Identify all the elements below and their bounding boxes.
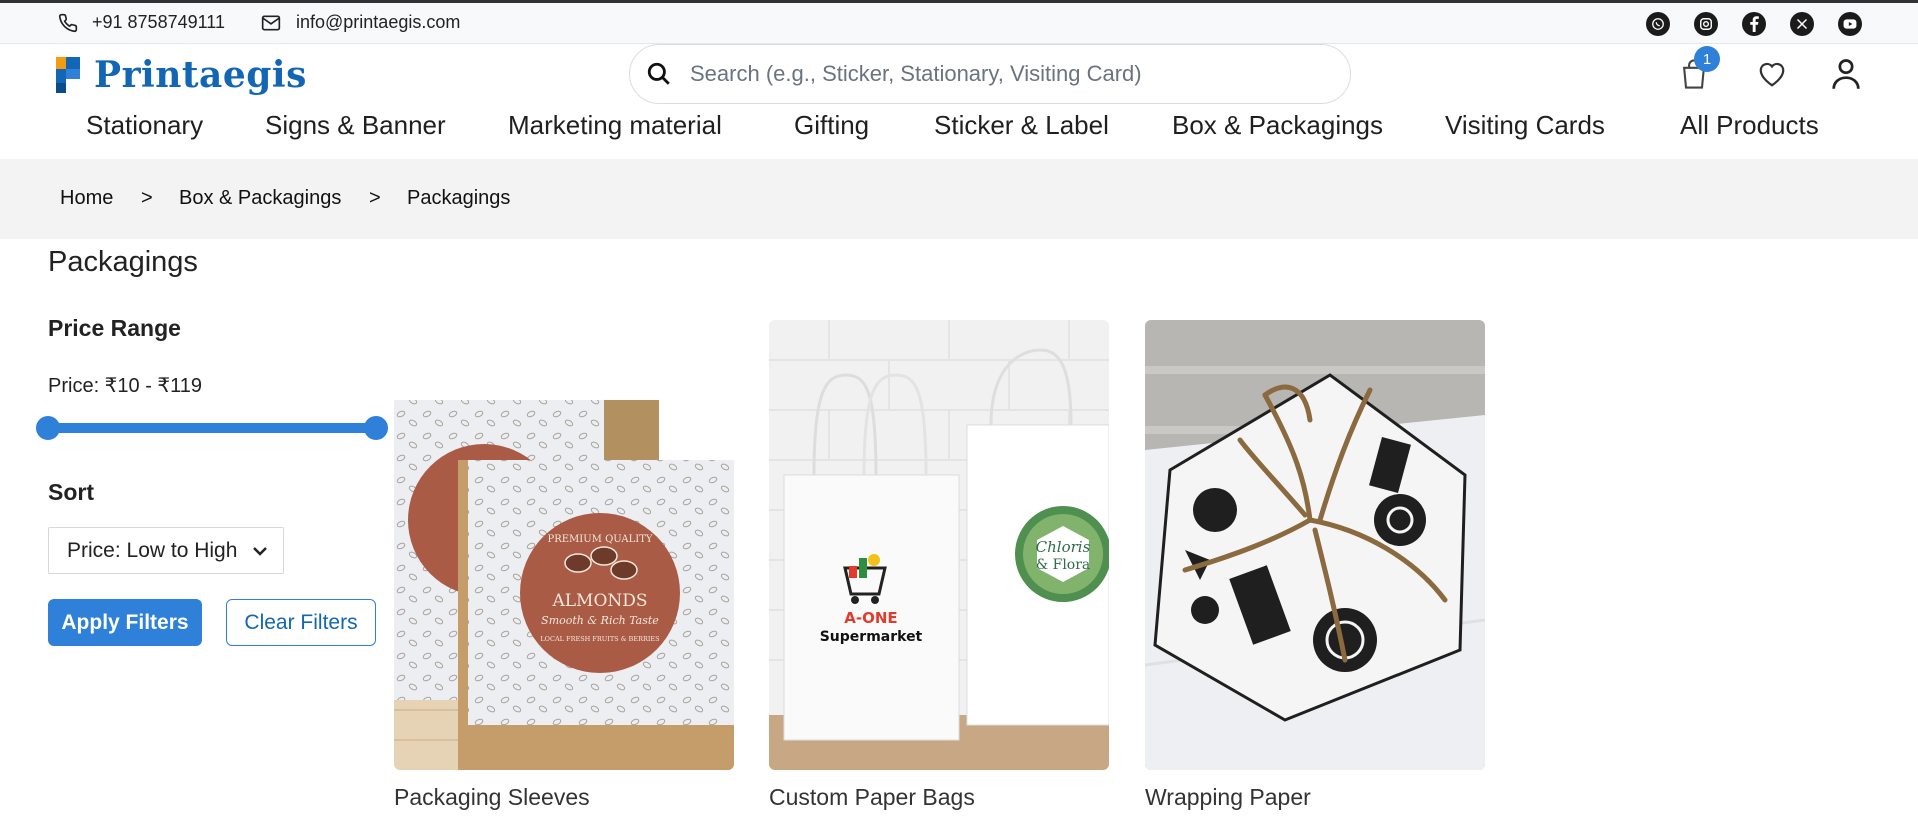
phone-number: +91 8758749111 <box>92 12 225 32</box>
sort-select[interactable]: Price: Low to High <box>48 527 284 574</box>
whatsapp-icon[interactable] <box>1646 12 1670 36</box>
logo[interactable]: Printaegis <box>56 54 307 96</box>
bag-sticker-name: Chloris <box>1036 538 1091 556</box>
bag-brand-subname: Supermarket <box>820 629 923 645</box>
breadcrumb-box-packagings[interactable]: Box & Packagings <box>179 187 341 210</box>
phone-icon <box>58 13 78 32</box>
facebook-icon[interactable] <box>1742 12 1766 36</box>
heart-icon <box>1759 62 1785 87</box>
sort-heading: Sort <box>48 479 94 505</box>
nav-item-box-packagings[interactable]: Box & Packagings <box>1172 110 1383 141</box>
apply-filters-button[interactable]: Apply Filters <box>48 599 202 646</box>
breadcrumb-separator: > <box>141 187 153 209</box>
logo-text: Printaegis <box>94 54 307 96</box>
sleeve-label-tagline: Smooth & Rich Taste <box>541 614 659 627</box>
cart-button[interactable]: 1 <box>1676 46 1720 92</box>
bag-brand-name: A-ONE <box>844 609 897 627</box>
product-name-packaging-sleeves[interactable]: Packaging Sleeves <box>394 784 590 811</box>
nav-item-sticker-label[interactable]: Sticker & Label <box>934 110 1109 141</box>
mail-icon <box>261 15 281 30</box>
youtube-icon[interactable] <box>1838 12 1862 36</box>
x-icon[interactable] <box>1790 12 1814 36</box>
breadcrumb-current: Packagings <box>407 187 511 209</box>
search-icon <box>647 62 670 85</box>
product-image-wrapping-paper[interactable] <box>1145 320 1485 770</box>
price-slider-max-handle[interactable] <box>364 416 388 440</box>
account-button[interactable] <box>1828 56 1864 92</box>
breadcrumb: Home > Box & Packagings > Packagings <box>0 159 1918 239</box>
nav-item-marketing-material[interactable]: Marketing material <box>508 110 722 141</box>
breadcrumb-home[interactable]: Home <box>60 187 113 210</box>
product-name-custom-paper-bags[interactable]: Custom Paper Bags <box>769 784 975 811</box>
email-contact[interactable]: info@printaegis.com <box>260 12 460 33</box>
nav-item-stationary[interactable]: Stationary <box>86 110 203 141</box>
search-input[interactable] <box>690 61 1290 87</box>
email-address: info@printaegis.com <box>296 12 461 32</box>
nav-item-signs-banner[interactable]: Signs & Banner <box>265 110 446 141</box>
nav-item-visiting-cards[interactable]: Visiting Cards <box>1445 110 1605 141</box>
price-slider-min-handle[interactable] <box>36 416 60 440</box>
logo-mark-icon <box>56 57 80 93</box>
site-header: Printaegis 1 <box>0 44 1918 106</box>
price-range-value: Price: ₹10 - ₹119 <box>48 375 203 397</box>
user-icon <box>1832 59 1860 89</box>
product-image-packaging-sleeves[interactable]: PREMIUM QUALITY ALMONDS Smooth & Rich Ta… <box>394 320 734 770</box>
sleeve-label-main: ALMONDS <box>551 591 647 611</box>
page-title: Packagings <box>48 246 198 278</box>
instagram-icon[interactable] <box>1694 12 1718 36</box>
nav-item-all-products[interactable]: All Products <box>1680 110 1819 141</box>
sleeve-label-bottom: LOCAL FRESH FRUITS & BERRIES <box>540 635 659 643</box>
nav-item-gifting[interactable]: Gifting <box>794 110 869 141</box>
breadcrumb-separator: > <box>369 187 381 209</box>
bag-sticker-subname: & Flora <box>1036 557 1091 573</box>
phone-contact[interactable]: +91 8758749111 <box>58 12 225 33</box>
contact-bar: +91 8758749111 info@printaegis.com <box>0 0 1918 44</box>
sort-select-value: Price: Low to High <box>67 538 238 562</box>
product-image-custom-paper-bags[interactable]: Chloris & Flora A-ONE Supermarket <box>769 320 1109 770</box>
search-bar[interactable] <box>629 44 1351 104</box>
category-nav: Stationary Signs & Banner Marketing mate… <box>0 106 1918 158</box>
wishlist-button[interactable] <box>1754 56 1790 92</box>
clear-filters-button[interactable]: Clear Filters <box>226 599 376 646</box>
product-name-wrapping-paper[interactable]: Wrapping Paper <box>1145 784 1311 811</box>
price-slider-track[interactable] <box>48 423 376 433</box>
cart-count-badge: 1 <box>1694 46 1720 72</box>
chevron-down-icon <box>253 546 268 556</box>
sleeve-label-top: PREMIUM QUALITY <box>548 534 653 545</box>
price-range-heading: Price Range <box>48 315 181 341</box>
